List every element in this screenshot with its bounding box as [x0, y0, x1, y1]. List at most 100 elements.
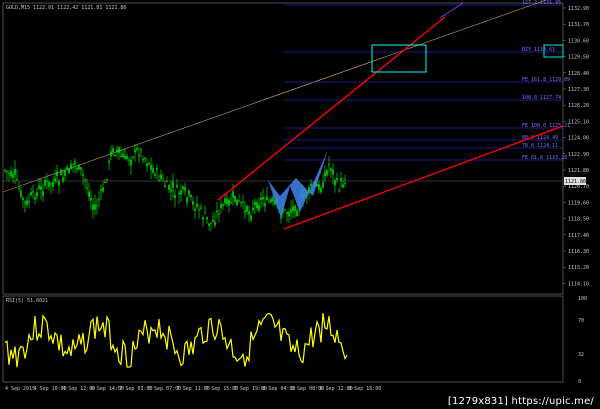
- candle-body: [190, 195, 192, 198]
- candle-body: [160, 174, 162, 179]
- candle-body: [208, 223, 210, 226]
- rsi-tick-label: 32: [578, 352, 584, 358]
- candle-body: [34, 197, 36, 200]
- candle-body: [60, 169, 62, 176]
- candle-body: [292, 206, 294, 212]
- price-tick-label: 1128.40: [568, 71, 589, 77]
- candle-body: [94, 204, 96, 210]
- candle-body: [18, 187, 20, 189]
- candle-body: [310, 183, 312, 186]
- candle-body: [218, 213, 220, 215]
- candle-body: [134, 149, 136, 153]
- candle-body: [56, 171, 58, 177]
- candle-body: [38, 185, 40, 189]
- price-tick-label: 1130.60: [568, 38, 589, 44]
- candle-body: [200, 207, 202, 209]
- candle-body: [240, 202, 242, 204]
- candle-body: [224, 198, 226, 204]
- candle-body: [26, 200, 28, 205]
- candle-body: [248, 211, 250, 215]
- candle-body: [264, 203, 266, 207]
- candle-body: [238, 200, 240, 202]
- candle-body: [198, 209, 200, 211]
- price-tick-label: 1115.20: [568, 265, 589, 271]
- main-chart-frame: [2, 2, 564, 295]
- candle-body: [188, 190, 190, 195]
- candle-body: [254, 202, 256, 206]
- price-tick-label: 1127.30: [568, 87, 589, 93]
- candle-body: [192, 201, 194, 205]
- candle-body: [164, 184, 166, 187]
- price-tick-label: 1121.80: [568, 168, 589, 174]
- candle-body: [266, 196, 268, 200]
- candle-body: [88, 191, 90, 198]
- candle-body: [166, 181, 168, 183]
- candle-body: [256, 202, 258, 209]
- candle-body: [180, 190, 182, 195]
- candle-body: [68, 168, 70, 174]
- candle-body: [32, 191, 34, 193]
- candle-body: [344, 182, 346, 184]
- price-tick-label: 1122.90: [568, 152, 589, 158]
- candle-body: [132, 156, 134, 158]
- candle-body: [98, 199, 100, 201]
- candle-body: [40, 186, 42, 190]
- candle-body: [146, 163, 148, 167]
- candle-body: [234, 195, 236, 202]
- lower-trendline[interactable]: [283, 125, 564, 230]
- fib-level-label: 78.6 1124.11: [522, 143, 558, 149]
- price-tick-label: 1114.10: [568, 281, 589, 287]
- candle-body: [284, 209, 286, 211]
- candle-body: [58, 181, 60, 186]
- candle-body: [212, 219, 214, 222]
- trading-chart[interactable]: GOLD,M15 1122.01 1122.42 1121.81 1121.86…: [0, 0, 600, 409]
- candle-body: [86, 187, 88, 189]
- price-tick-label: 1120.70: [568, 184, 589, 190]
- candle-body: [328, 164, 330, 166]
- candle-body: [174, 195, 176, 199]
- candle-body: [178, 192, 180, 195]
- candle-body: [12, 174, 14, 179]
- time-axis: 4 Sep 20154 Sep 10:004 Sep 12:004 Sep 14…: [5, 386, 381, 392]
- candle-body: [124, 156, 126, 160]
- candle-body: [326, 170, 328, 176]
- candle-body: [104, 182, 106, 184]
- candle-body: [80, 167, 82, 170]
- candle-body: [70, 163, 72, 169]
- candle-body: [202, 217, 204, 220]
- candle-body: [96, 205, 98, 207]
- long-trendline[interactable]: [2, 0, 563, 193]
- candle-body: [6, 171, 8, 173]
- candle-body: [30, 192, 32, 196]
- candle-body: [108, 160, 110, 163]
- candle-body: [294, 205, 296, 212]
- candle-body: [226, 198, 228, 205]
- candle-body: [92, 204, 94, 211]
- rsi-tick-label: 70: [578, 318, 584, 324]
- candle-body: [74, 161, 76, 165]
- price-tick-label: 1119.60: [568, 200, 589, 206]
- candle-body: [130, 159, 132, 166]
- candle-body: [272, 197, 274, 202]
- candle-body: [102, 187, 104, 192]
- candle-body: [318, 184, 320, 190]
- current-price-tag-text: 1121.86: [565, 179, 586, 185]
- candle-body: [14, 169, 16, 175]
- candle-body: [220, 204, 222, 208]
- candle-body: [194, 208, 196, 211]
- candle-body: [270, 199, 272, 203]
- candle-body: [258, 204, 260, 211]
- fib-level-label: FE 61.8 1123.28: [522, 155, 567, 161]
- fibonacci-levels: 127.2 1131.95 DIY 1130.61 FE 161.8 1129.89…: [284, 0, 570, 161]
- candle-body: [322, 182, 324, 188]
- candle-body: [142, 159, 144, 161]
- candle-body: [222, 203, 224, 206]
- candle-body: [288, 211, 290, 217]
- candle-body: [210, 222, 212, 224]
- rsi-tick-label: 100: [578, 296, 587, 302]
- candle-body: [36, 192, 38, 197]
- candle-body: [42, 191, 44, 196]
- candle-body: [296, 210, 298, 217]
- time-tick-label: 4 Sep 2015: [5, 386, 35, 392]
- candle-body: [84, 179, 86, 181]
